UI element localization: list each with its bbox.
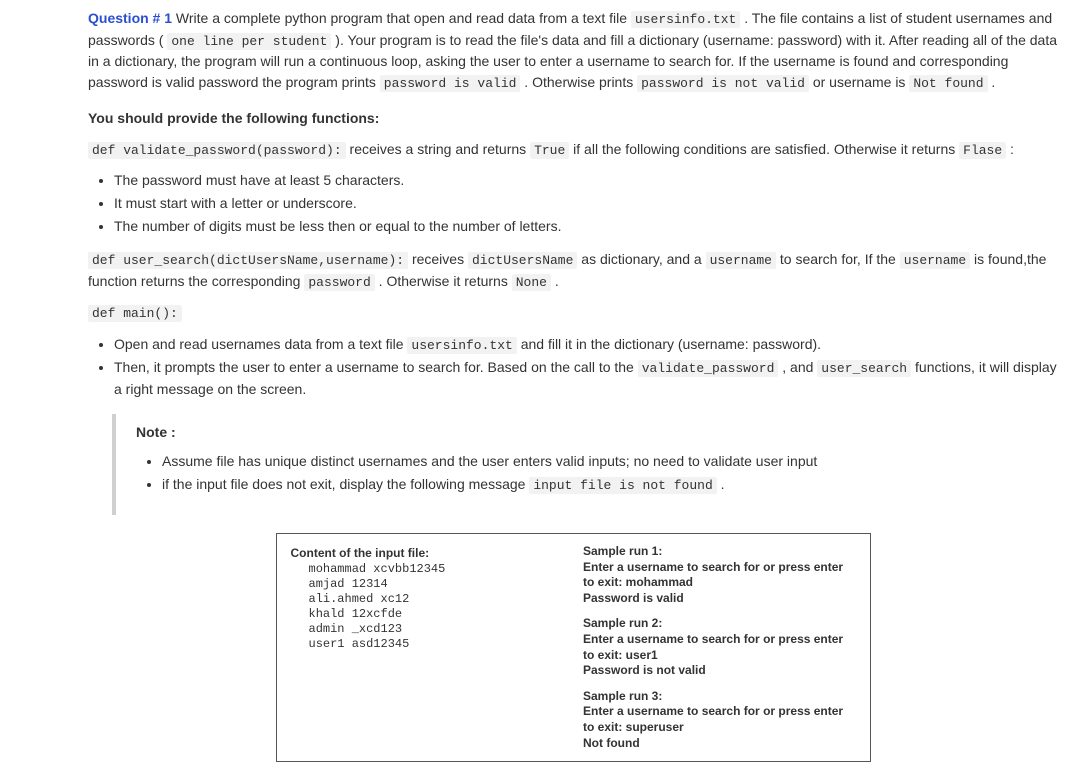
note-text: if the input file does not exit, display…	[162, 476, 529, 492]
run-title: Sample run 1:	[583, 544, 856, 560]
question-text: or username is	[809, 74, 909, 90]
main-step-text: Open and read usernames data from a text…	[114, 336, 407, 352]
sample-run-2: Sample run 2: Enter a username to search…	[583, 616, 856, 678]
rule-item: The number of digits must be less then o…	[114, 216, 1058, 237]
code-filename: usersinfo.txt	[631, 11, 740, 28]
fn3-signature: def main():	[88, 305, 182, 322]
note-item: if the input file does not exit, display…	[162, 474, 1052, 496]
run-line: Enter a username to search for or press …	[583, 560, 856, 591]
provide-heading: You should provide the following functio…	[88, 108, 1058, 129]
rule-item: It must start with a letter or underscor…	[114, 193, 1058, 214]
run-line: Not found	[583, 736, 856, 752]
note-text: .	[717, 476, 725, 492]
code-not-valid: password is not valid	[637, 75, 809, 92]
question-text: Write a complete python program that ope…	[172, 10, 631, 26]
question-text: . Otherwise prints	[520, 74, 637, 90]
sample-left-col: Content of the input file: mohammad xcvb…	[291, 544, 564, 751]
code-password: password	[304, 274, 374, 291]
run-line: Enter a username to search for or press …	[583, 632, 856, 663]
fn1-desc: receives a string and returns	[346, 141, 530, 157]
sample-run-1: Sample run 1: Enter a username to search…	[583, 544, 856, 606]
run-line: Enter a username to search for or press …	[583, 704, 856, 735]
main-step-text: , and	[778, 359, 817, 375]
fn1-desc: :	[1006, 141, 1014, 157]
fn2-desc: as dictionary, and a	[577, 251, 705, 267]
run-title: Sample run 2:	[583, 616, 856, 632]
code-false: Flase	[959, 142, 1006, 159]
code-validate: validate_password	[638, 360, 779, 377]
main-step-text: Then, it prompts the user to enter a use…	[114, 359, 638, 375]
fn2-desc: receives	[408, 251, 468, 267]
note-list: Assume file has unique distinct username…	[136, 451, 1052, 496]
note-item: Assume file has unique distinct username…	[162, 451, 1052, 472]
fn2-desc: to search for, If the	[776, 251, 900, 267]
code-one-line: one line per student	[167, 33, 331, 50]
question-paragraph: Question # 1 Write a complete python pro…	[88, 8, 1058, 94]
file-content: mohammad xcvbb12345 amjad 12314 ali.ahme…	[309, 562, 564, 652]
note-block: Note : Assume file has unique distinct u…	[112, 414, 1058, 516]
sample-run-3: Sample run 3: Enter a username to search…	[583, 689, 856, 751]
fn2-desc: .	[551, 273, 559, 289]
fn2-signature: def user_search(dictUsersName,username):	[88, 252, 408, 269]
code-notfound-msg: input file is not found	[529, 477, 716, 494]
fn3-paragraph: def main():	[88, 302, 1058, 324]
sample-right-col: Sample run 1: Enter a username to search…	[583, 544, 856, 751]
main-step: Then, it prompts the user to enter a use…	[114, 357, 1058, 400]
main-steps-list: Open and read usernames data from a text…	[88, 334, 1058, 400]
password-rules-list: The password must have at least 5 charac…	[88, 170, 1058, 237]
code-valid: password is valid	[380, 75, 521, 92]
sample-box: Content of the input file: mohammad xcvb…	[276, 533, 871, 762]
code-filename: usersinfo.txt	[407, 337, 516, 354]
content-header: Content of the input file:	[291, 544, 564, 562]
code-usersearch: user_search	[817, 360, 911, 377]
code-not-found: Not found	[909, 75, 987, 92]
question-label: Question # 1	[88, 10, 172, 26]
question-text: .	[988, 74, 996, 90]
fn1-signature: def validate_password(password):	[88, 142, 346, 159]
main-step-text: and fill it in the dictionary (username:…	[517, 336, 821, 352]
note-title: Note :	[136, 422, 1052, 443]
main-step: Open and read usernames data from a text…	[114, 334, 1058, 356]
fn1-desc: if all the following conditions are sati…	[569, 141, 959, 157]
fn2-desc: . Otherwise it returns	[375, 273, 512, 289]
fn1-paragraph: def validate_password(password): receive…	[88, 139, 1058, 161]
rule-item: The password must have at least 5 charac…	[114, 170, 1058, 191]
run-line: Password is valid	[583, 591, 856, 607]
code-true: True	[530, 142, 569, 159]
fn2-paragraph: def user_search(dictUsersName,username):…	[88, 249, 1058, 292]
code-username: username	[706, 252, 776, 269]
code-none: None	[512, 274, 551, 291]
code-dict: dictUsersName	[468, 252, 577, 269]
run-line: Password is not valid	[583, 663, 856, 679]
code-username: username	[900, 252, 970, 269]
